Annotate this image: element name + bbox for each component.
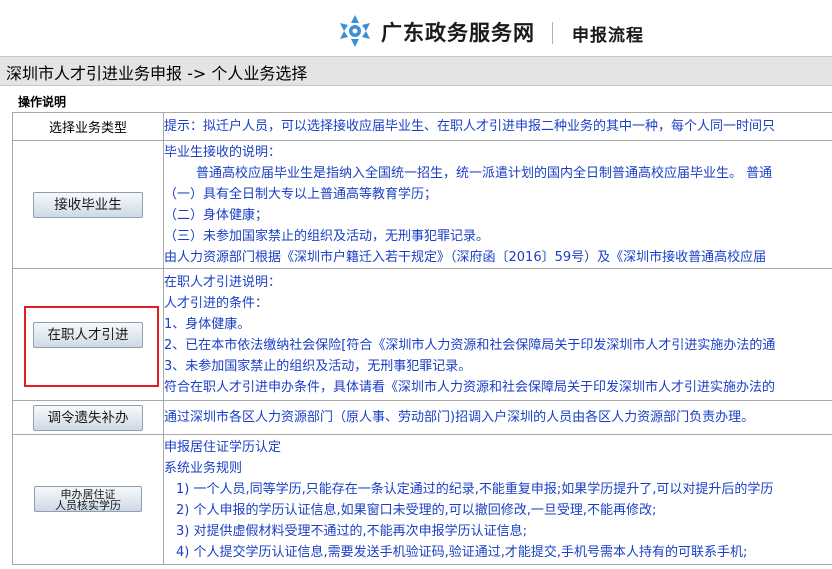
breadcrumb: 深圳市人才引进业务申报 -> 个人业务选择 (6, 64, 308, 83)
header-divider (552, 22, 553, 44)
snowflake-logo-icon (340, 15, 370, 47)
column-header-tip: 提示：拟迁户人员，可以选择接收应届毕业生、在职人才引进申报二种业务的其中一种，每… (163, 112, 832, 141)
description-line: 由人力资源部门根据《深圳市户籍迁入若干规定》（深府函〔2016〕59号）及《深圳… (164, 249, 767, 265)
site-logo-text: 广东政务服务网 (381, 21, 535, 45)
description-line: 2、已在本市依法缴纳社会保险[符合《深圳市人力资源和社会保障局关于印发深圳市人才… (164, 337, 776, 353)
table-header-row: 选择业务类型 提示：拟迁户人员，可以选择接收应届毕业生、在职人才引进申报二种业务… (12, 112, 832, 141)
description-line: 人才引进的条件： (164, 295, 269, 311)
description-line: （三）未参加国家禁止的组织及活动，无刑事犯罪记录。 (164, 228, 490, 244)
description-line: 符合在职人才引进申办条件，具体请看《深圳市人力资源和社会保障局关于印发深圳市人才… (164, 379, 776, 395)
description-line: 4) 个人提交学历认证信息,需要发送手机验证码,验证通过,才能提交,手机号需本人… (176, 544, 748, 560)
site-header: 广东政务服务网 申报流程 (0, 0, 832, 56)
transfer-description: 通过深圳市各区人力资源部门（原人事、劳动部门)招调入户深圳的人员由各区人力资源部… (163, 400, 832, 435)
description-line: 普通高校应届毕业生是指纳入全国统一招生，统一派遣计划的国内全日制普通高校应届毕业… (196, 165, 773, 181)
table-row-transfer: 调令遗失补办 通过深圳市各区人力资源部门（原人事、劳动部门)招调入户深圳的人员由… (12, 400, 832, 435)
column-header-type: 选择业务类型 (12, 112, 164, 141)
table-row-graduate: 接收毕业生 毕业生接收的说明： 普通高校应届毕业生是指纳入全国统一招生，统一派遣… (12, 140, 832, 269)
table-row-talent: 在职人才引进 在职人才引进说明： 人才引进的条件： 1、身体健康。 2、已在本市… (12, 268, 832, 401)
receive-graduate-button[interactable]: 接收毕业生 (33, 191, 143, 218)
talent-description: 在职人才引进说明： 人才引进的条件： 1、身体健康。 2、已在本市依法缴纳社会保… (163, 268, 832, 401)
description-line: 3、未参加国家禁止的组织及活动，无刑事犯罪记录。 (164, 358, 472, 374)
button-label-line2: 人员核实学历 (55, 499, 121, 512)
table-row-residence: 申办居住证 人员核实学历 申报居住证学历认定 系统业务规则 1) 一个人员,同等… (12, 434, 832, 565)
description-line: 3) 对提供虚假材料受理不通过的,不能再次申报学历认证信息; (176, 523, 527, 539)
description-line: 毕业生接收的说明： (164, 144, 282, 160)
description-line: 在职人才引进说明： (164, 274, 282, 290)
lost-transfer-reissue-button[interactable]: 调令遗失补办 (33, 404, 143, 431)
description-line: 申报居住证学历认定 (164, 439, 282, 455)
residence-education-verify-button[interactable]: 申办居住证 人员核实学历 (34, 486, 142, 512)
graduate-description: 毕业生接收的说明： 普通高校应届毕业生是指纳入全国统一招生，统一派遣计划的国内全… (163, 140, 832, 269)
operations-table: 选择业务类型 提示：拟迁户人员，可以选择接收应届毕业生、在职人才引进申报二种业务… (12, 112, 832, 565)
description-line: 通过深圳市各区人力资源部门（原人事、劳动部门)招调入户深圳的人员由各区人力资源部… (164, 410, 755, 425)
talent-introduction-button[interactable]: 在职人才引进 (33, 321, 143, 348)
description-line: 1) 一个人员,同等学历,只能存在一条认定通过的纪录,不能重复申报;如果学历提升… (176, 481, 774, 497)
residence-description: 申报居住证学历认定 系统业务规则 1) 一个人员,同等学历,只能存在一条认定通过… (163, 434, 832, 565)
description-line: 2) 个人申报的学历认证信息,如果窗口未受理的,可以撤回修改,一旦受理,不能再修… (176, 502, 657, 518)
breadcrumb-bar: 深圳市人才引进业务申报 -> 个人业务选择 (0, 56, 832, 86)
page-subtitle: 申报流程 (572, 26, 644, 46)
description-line: （一）具有全日制大专以上普通高等教育学历； (164, 186, 438, 202)
description-line: 系统业务规则 (164, 460, 243, 476)
section-title: 操作说明 (18, 95, 67, 109)
description-line: （二）身体健康； (164, 207, 269, 223)
description-line: 1、身体健康。 (164, 316, 251, 332)
